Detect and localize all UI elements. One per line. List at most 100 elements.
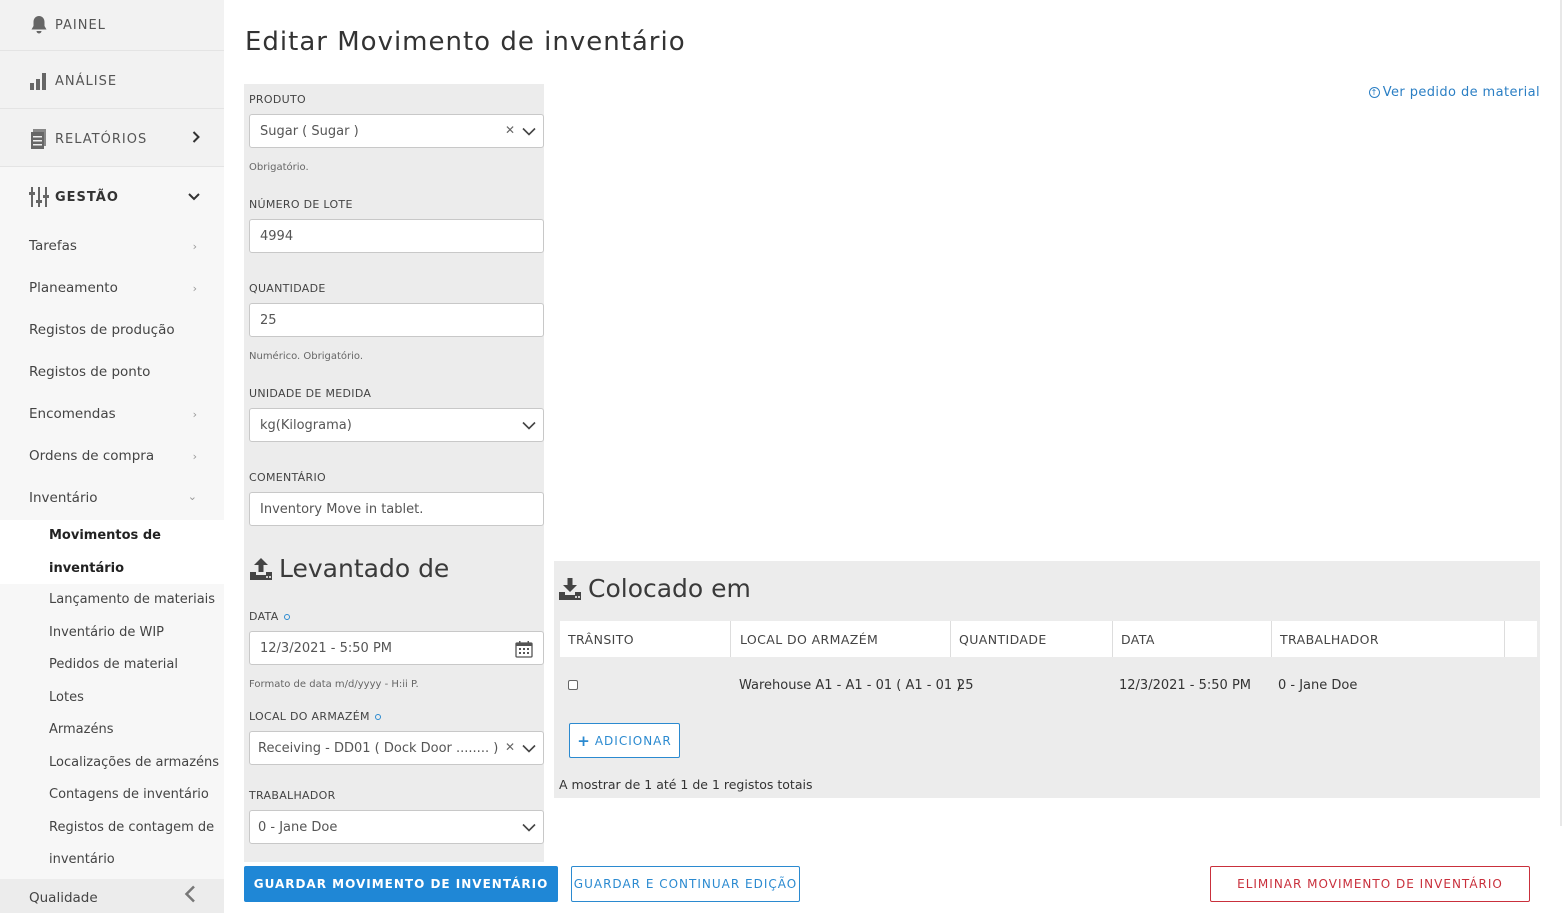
sidebar-item-lancamento-materiais[interactable]: Lançamento de materiais (49, 584, 221, 616)
comentario-label: COMENTÁRIO (249, 471, 326, 484)
required-icon (283, 614, 290, 620)
sidebar-item-label: Tarefas (29, 238, 77, 254)
sidebar-item-registos-ponto[interactable]: Registos de ponto (29, 364, 209, 380)
nav-relatorios[interactable]: RELATÓRIOS (0, 114, 224, 164)
sidebar-item-tarefas[interactable]: Tarefas › (29, 238, 209, 254)
sidebar-item-lotes[interactable]: Lotes (49, 682, 221, 714)
levantado-heading: Levantado de (249, 554, 449, 583)
data-label: DATA (249, 610, 290, 623)
data-cell: 12/3/2021 - 5:50 PM (1119, 677, 1251, 693)
clear-icon[interactable]: ✕ (505, 740, 515, 754)
trabalhador-cell: 0 - Jane Doe (1278, 677, 1358, 693)
local-armazem-label: LOCAL DO ARMAZÉM (249, 710, 381, 723)
divider (0, 166, 224, 167)
chevron-down-icon (522, 419, 536, 434)
local-armazem-select[interactable]: Receiving - DD01 ( Dock Door ........ ) … (249, 731, 544, 765)
chevron-down-icon (522, 821, 536, 836)
sidebar-item-movimentos-inventario[interactable]: Movimentos de inventário (49, 519, 199, 585)
column-header-transito[interactable]: TRÂNSITO (560, 621, 731, 657)
column-header-trabalhador[interactable]: TRABALHADOR (1272, 621, 1505, 657)
delete-button[interactable]: ELIMINAR MOVIMENTO DE INVENTÁRIO (1210, 866, 1530, 902)
sidebar-item-encomendas[interactable]: Encomendas › (29, 406, 209, 422)
ver-pedido-material-label: Ver pedido de material (1382, 85, 1540, 100)
unidade-select[interactable]: kg(Kilograma) (249, 408, 544, 442)
data-value: 12/3/2021 - 5:50 PM (260, 640, 392, 656)
sidebar-item-localizacoes-armazens[interactable]: Localizações de armazéns (49, 747, 221, 779)
sidebar-item-registos-contagem[interactable]: Registos de contagem de inventário (49, 812, 224, 876)
lote-label: NÚMERO DE LOTE (249, 198, 353, 211)
records-count: A mostrar de 1 até 1 de 1 registos totai… (559, 777, 813, 792)
levantado-title: Levantado de (279, 554, 450, 583)
bell-icon (29, 14, 49, 36)
transito-cell (560, 680, 730, 690)
nav-analise[interactable]: ANÁLISE (0, 56, 224, 106)
nav-painel[interactable]: PAINEL (0, 0, 224, 50)
trabalhador-label: TRABALHADOR (249, 789, 336, 802)
sidebar-item-ordens-compra[interactable]: Ordens de compra › (29, 448, 209, 464)
arrow-up-circle-icon: ↑ (1368, 87, 1380, 98)
lote-value: 4994 (260, 228, 294, 244)
required-icon (374, 714, 381, 720)
collapse-sidebar-icon[interactable] (184, 885, 196, 907)
chevron-down-icon (522, 742, 536, 757)
sidebar-item-armazens[interactable]: Armazéns (49, 714, 221, 746)
quantidade-input[interactable]: 25 (249, 303, 544, 337)
chevron-right-icon: › (192, 240, 197, 253)
nav-gestao[interactable]: GESTÃO (0, 172, 224, 222)
sidebar-item-inventario-wip[interactable]: Inventário de WIP (49, 617, 221, 649)
sidebar-item-label: Qualidade (29, 890, 98, 906)
transito-checkbox[interactable] (568, 680, 578, 690)
quantidade-value: 25 (260, 312, 277, 328)
colocado-heading: Colocado em (558, 574, 751, 603)
produto-value: Sugar ( Sugar ) (260, 123, 359, 139)
local-armazem-value: Receiving - DD01 ( Dock Door ........ ) (258, 740, 499, 756)
nav-painel-label: PAINEL (55, 17, 106, 33)
save-continue-button[interactable]: GUARDAR E CONTINUAR EDIÇÃO (571, 866, 800, 902)
add-button[interactable]: + ADICIONAR (569, 723, 680, 758)
trabalhador-select[interactable]: 0 - Jane Doe (249, 810, 544, 844)
save-button[interactable]: GUARDAR MOVIMENTO DE INVENTÁRIO (244, 866, 558, 902)
sidebar-item-pedidos-material[interactable]: Pedidos de material (49, 649, 221, 681)
data-input[interactable]: 12/3/2021 - 5:50 PM (249, 631, 544, 665)
document-icon (29, 128, 49, 150)
sidebar-item-qualidade[interactable]: Qualidade (29, 890, 209, 906)
sidebar-item-label: Registos de produção (29, 322, 175, 338)
chevron-right-icon: › (192, 450, 197, 463)
sidebar-item-label: Ordens de compra (29, 448, 155, 464)
clear-icon[interactable]: ✕ (505, 123, 515, 137)
chevron-right-icon: › (192, 408, 197, 421)
add-button-label: ADICIONAR (594, 733, 672, 748)
quantidade-label: QUANTIDADE (249, 282, 326, 295)
data-label-text: DATA (249, 610, 279, 623)
table-header: TRÂNSITO LOCAL DO ARMAZÉM QUANTIDADE DAT… (560, 621, 1537, 657)
trabalhador-value: 0 - Jane Doe (258, 819, 338, 835)
chevron-right-icon: › (192, 282, 197, 295)
sidebar-item-planeamento[interactable]: Planeamento › (29, 280, 209, 296)
column-header-quantidade[interactable]: QUANTIDADE (951, 621, 1113, 657)
produto-select[interactable]: Sugar ( Sugar ) ✕ (249, 114, 544, 148)
produto-label: PRODUTO (249, 93, 306, 106)
data-hint: Formato de data m/d/yyyy - H:ii P. (249, 679, 419, 690)
sidebar: PAINEL ANÁLISE RELATÓRIOS GESTÃO Tarefas… (0, 0, 224, 913)
local-cell: Warehouse A1 - A1 - 01 ( A1 - 01 ) (739, 677, 962, 693)
bar-chart-icon (29, 70, 49, 92)
divider (0, 50, 224, 51)
local-armazem-label-text: LOCAL DO ARMAZÉM (249, 710, 370, 723)
quantidade-hint: Numérico. Obrigatório. (249, 351, 364, 362)
chevron-down-icon (188, 190, 200, 205)
lote-input[interactable]: 4994 (249, 219, 544, 253)
column-header-data[interactable]: DATA (1113, 621, 1272, 657)
sidebar-item-label: Encomendas (29, 406, 116, 422)
sidebar-item-registos-producao[interactable]: Registos de produção (29, 322, 209, 338)
sidebar-item-inventario[interactable]: Inventário ⌄ (29, 490, 209, 506)
ver-pedido-material-link[interactable]: ↑ Ver pedido de material (1368, 85, 1540, 100)
comentario-value: Inventory Move in tablet. (260, 501, 424, 517)
divider (0, 108, 224, 109)
unidade-value: kg(Kilograma) (260, 417, 352, 433)
sidebar-item-label: Inventário (29, 490, 98, 506)
nav-analise-label: ANÁLISE (55, 73, 118, 89)
sidebar-item-contagens-inventario[interactable]: Contagens de inventário (49, 779, 221, 811)
column-header-local[interactable]: LOCAL DO ARMAZÉM (731, 621, 951, 657)
calendar-icon[interactable] (515, 640, 533, 662)
comentario-input[interactable]: Inventory Move in tablet. (249, 492, 544, 526)
